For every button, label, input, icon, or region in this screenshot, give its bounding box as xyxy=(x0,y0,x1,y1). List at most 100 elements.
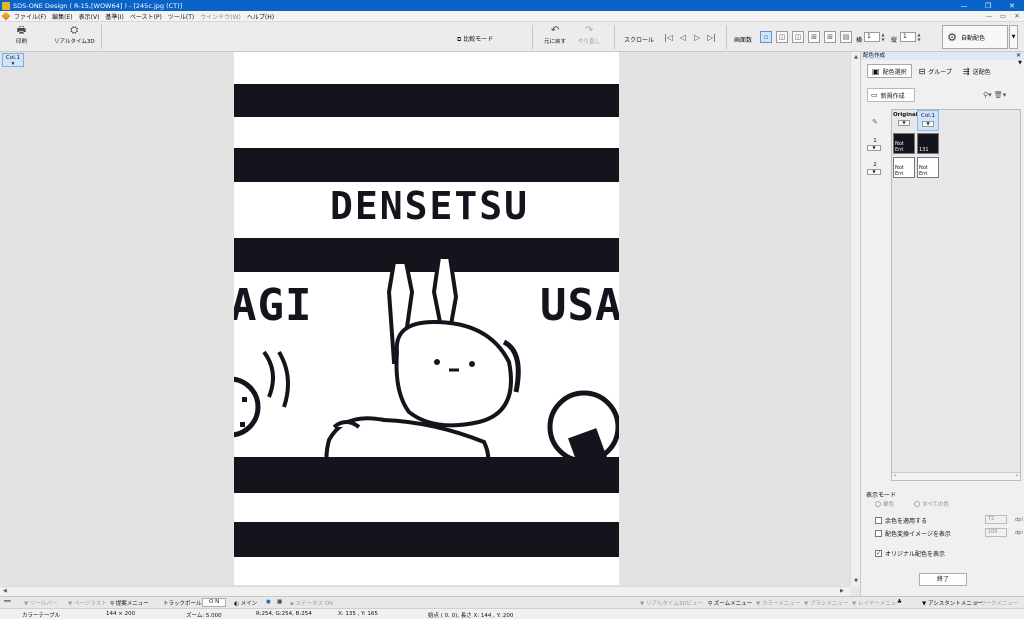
apply-residual-label: 余色を適用する xyxy=(885,518,928,525)
vertical-spinner[interactable]: ▲ ▼ xyxy=(916,32,922,42)
compare-mode-button[interactable]: ⧉ 比較モード xyxy=(457,34,493,44)
end-button[interactable]: 終了 xyxy=(919,573,967,586)
status-rgb: R:254, G:254, B:254 xyxy=(256,611,312,617)
vertical-scrollbar[interactable]: ▲ ▼ xyxy=(850,52,860,586)
horizontal-count-field[interactable]: 1 xyxy=(864,32,880,42)
trash-icon[interactable]: 🗑▾ xyxy=(994,91,1006,99)
view-split4-icon[interactable]: ⊞ xyxy=(808,31,820,43)
bottom-toolbar: ══ ▼ ツールバー ▼ ページラスト ⚲ 提案メニュー トラックボール O N… xyxy=(0,596,1024,608)
undo-button[interactable]: ↶ 元に戻す xyxy=(544,25,566,45)
tab-send-color[interactable]: ⇶ 送配色 xyxy=(959,64,995,78)
panel-collapse-icon[interactable]: ▼ xyxy=(1018,60,1022,66)
horizontal-scrollbar[interactable]: ◀ ▶ xyxy=(0,586,860,596)
tab-group[interactable]: ⊟ グループ xyxy=(915,64,956,78)
color-menu-button[interactable]: ▼ カラーメニュー xyxy=(756,599,800,607)
menu-window[interactable]: ウインドウ(W) xyxy=(200,12,241,21)
horizontal-spinner[interactable]: ▲ ▼ xyxy=(880,32,886,42)
main-button-label: メイン xyxy=(240,601,258,607)
last-page-icon[interactable]: ▷| xyxy=(707,33,716,42)
realtime3d-button[interactable]: ⛭ リアルタイム3D xyxy=(54,25,95,45)
realtime-view-button[interactable]: ▼ リアルタイム3Dビュー xyxy=(640,599,703,607)
menu-tools[interactable]: ツール(T) xyxy=(168,12,194,21)
scroll-right-icon[interactable]: › xyxy=(1016,473,1018,479)
menu-view[interactable]: 表示(V) xyxy=(79,12,100,21)
checkbox-box[interactable] xyxy=(875,517,882,524)
palette-toggle[interactable]: ▼ ページラスト xyxy=(68,599,107,607)
main-button[interactable]: ◐ メイン xyxy=(234,599,257,607)
mdi-minimize-button[interactable]: — xyxy=(982,12,996,20)
toolbar-grip-icon[interactable]: ══ xyxy=(4,599,11,605)
swatch-original-1[interactable]: Not Ent xyxy=(893,133,915,154)
suggestion-menu-button[interactable]: ⚲ 提案メニュー xyxy=(110,599,149,607)
view-single-icon[interactable]: ▫ xyxy=(760,31,772,43)
residual-dpi-field[interactable]: 72 xyxy=(985,515,1007,524)
panel-close-icon[interactable]: ✕ xyxy=(1016,52,1021,60)
zoom-menu-button[interactable]: ⚲ ズームメニュー xyxy=(708,599,752,607)
maximize-button[interactable]: ❐ xyxy=(976,2,1000,10)
tab-col1[interactable]: Col.1 ▾ xyxy=(2,53,24,67)
column-original[interactable]: Original ▼ xyxy=(893,110,918,131)
column-col1[interactable]: Col.1 ▼ xyxy=(917,110,939,131)
swatch-original-2[interactable]: Not Ent xyxy=(893,157,915,178)
image-stripe xyxy=(234,457,619,493)
print-button[interactable]: 🖶 印刷 xyxy=(16,25,27,45)
design-image[interactable]: DENSETSU AGI USA xyxy=(234,52,619,585)
scroll-left-icon[interactable]: ‹ xyxy=(894,473,896,479)
info-icon[interactable]: ● xyxy=(266,599,271,605)
work-menu-button[interactable]: ▼ ワークメニュー xyxy=(974,599,1018,607)
assistant-icon[interactable]: ♣ xyxy=(897,599,902,605)
radio-all[interactable]: すべての色 xyxy=(914,500,949,508)
show-coloring-image-checkbox[interactable]: 配色変換イメージを表示 xyxy=(875,529,951,538)
eyedropper-icon[interactable]: ✎ xyxy=(872,118,878,126)
menu-paste[interactable]: ペースト(P) xyxy=(130,12,162,21)
new-button[interactable]: ▭ 新規作成 xyxy=(867,88,915,102)
swatch-col1-1[interactable]: 131 xyxy=(917,133,939,154)
mdi-restore-button[interactable]: ▭ xyxy=(996,12,1010,20)
auto-coloring-dropdown[interactable]: ▼ xyxy=(1009,25,1018,49)
lock-icon[interactable]: ⚲▾ xyxy=(983,91,992,99)
mdi-close-button[interactable]: ✕ xyxy=(1010,12,1024,20)
trackball-on-field[interactable]: O N xyxy=(202,598,227,607)
vertical-count-field[interactable]: 1 xyxy=(900,32,916,42)
close-button[interactable]: ✕ xyxy=(1000,2,1024,10)
menu-edit[interactable]: 編集(E) xyxy=(52,12,72,21)
menu-help[interactable]: ヘルプ(H) xyxy=(247,12,274,21)
menu-file[interactable]: ファイル(F) xyxy=(14,12,46,21)
view-tile-icon[interactable]: ▤ xyxy=(840,31,852,43)
show-original-coloring-checkbox[interactable]: ✓ オリジナル配色を表示 xyxy=(875,549,945,558)
color-table: Original ▼ Col.1 ▼ Not Ent 131 Not Ent Not… xyxy=(891,109,1021,481)
swatch-col1-2[interactable]: Not Ent xyxy=(917,157,939,178)
color-table-scrollbar[interactable]: ‹ › xyxy=(892,472,1020,480)
checkbox-box[interactable] xyxy=(875,530,882,537)
view-grid-icon[interactable]: ⊞ xyxy=(824,31,836,43)
auto-coloring-button[interactable]: ⚙ 自動配色 xyxy=(942,25,1008,49)
menu-base[interactable]: 基準(I) xyxy=(105,12,123,21)
auto-coloring-label: 自動配色 xyxy=(961,34,986,42)
toolbar-divider xyxy=(101,25,102,49)
scroll-right-icon[interactable]: ▶ xyxy=(840,588,844,594)
scroll-left-icon[interactable]: ◀ xyxy=(3,588,7,594)
layer-icon[interactable]: ▦ xyxy=(277,599,282,605)
row-label-1[interactable]: 1 ▼ xyxy=(867,138,883,151)
brush-menu-button[interactable]: ▼ ブラシメニュー xyxy=(804,599,848,607)
status-on-toggle[interactable]: ▪ ステータス ON xyxy=(290,599,333,607)
radio-single[interactable]: 単色 xyxy=(875,500,894,508)
minimize-button[interactable]: — xyxy=(952,2,976,10)
coloring-image-dpi-field[interactable]: 100 xyxy=(985,528,1007,537)
row-label-2[interactable]: 2 ▼ xyxy=(867,162,883,175)
tab-color-select[interactable]: ▣ 配色選択 xyxy=(867,64,912,78)
first-page-icon[interactable]: |◁ xyxy=(664,33,673,42)
apply-residual-checkbox[interactable]: 余色を適用する xyxy=(875,516,927,525)
document-icon[interactable] xyxy=(1,11,11,21)
checkbox-checked[interactable]: ✓ xyxy=(875,550,882,557)
view-split2-icon[interactable]: ◫ xyxy=(776,31,788,43)
toolbar-toggle[interactable]: ▼ ツールバー xyxy=(24,599,58,607)
redo-button[interactable]: ↷ やり直し xyxy=(578,25,600,45)
layer-menu-label: レイヤーメニュー xyxy=(857,601,902,607)
view-split3-icon[interactable]: ◫ xyxy=(792,31,804,43)
layer-menu-button[interactable]: ▼ レイヤーメニュー xyxy=(852,599,902,607)
swatch-text: Not Ent xyxy=(895,141,904,153)
menu-bar: ファイル(F) 編集(E) 表示(V) 基準(I) ペースト(P) ツール(T)… xyxy=(0,11,1024,22)
prev-page-icon[interactable]: ◁ xyxy=(680,33,686,42)
next-page-icon[interactable]: ▷ xyxy=(694,33,700,42)
